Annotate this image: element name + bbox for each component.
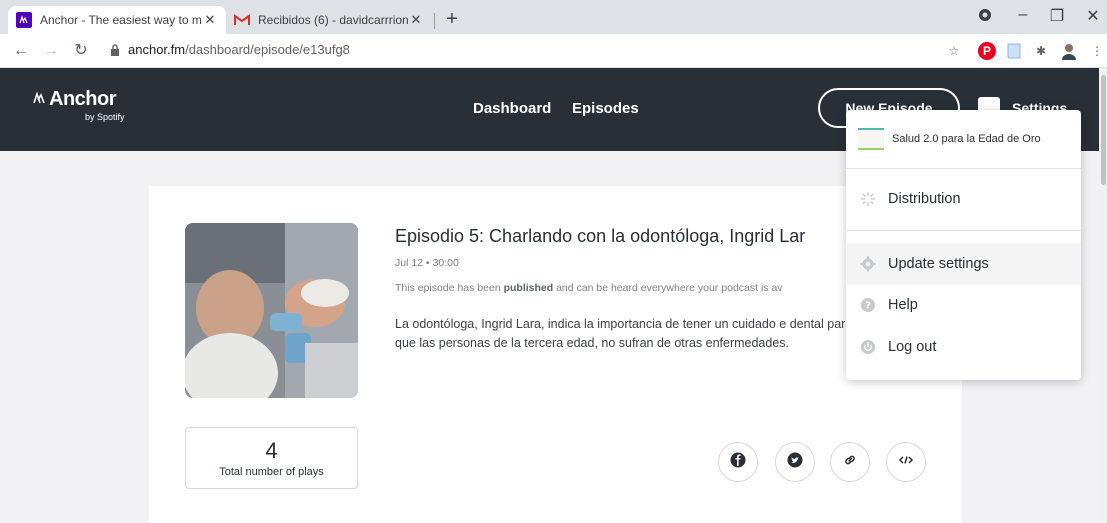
gear-icon xyxy=(860,256,876,272)
svg-text:?: ? xyxy=(865,301,871,312)
profile-icon[interactable] xyxy=(970,8,1000,27)
anchor-logo-icon xyxy=(33,91,47,110)
forward-arrow-icon[interactable]: → xyxy=(40,40,62,62)
menu-label: Update settings xyxy=(888,256,989,272)
episode-description: La odontóloga, Ingrid Lara, indica la im… xyxy=(395,317,853,350)
episode-date-duration: Jul 12 • 30:00 xyxy=(395,257,459,269)
help-icon: ? xyxy=(860,297,876,313)
menu-item-distribution[interactable]: Distribution xyxy=(846,178,1081,220)
podcast-title: Salud 2.0 para la Edad de Oro xyxy=(892,133,1041,145)
facebook-icon xyxy=(730,452,746,473)
tab-gmail[interactable]: Recibidos (6) - davidcarrrionec59 ✕ xyxy=(226,6,432,34)
close-tab-icon[interactable]: ✕ xyxy=(202,12,218,28)
menu-label: Help xyxy=(888,297,918,313)
episode-card: Episodio 5: Charlando con la odontóloga,… xyxy=(149,186,962,523)
gmail-favicon-icon xyxy=(234,12,250,28)
status-text-post: and can be heard everywhere your podcast… xyxy=(553,282,783,294)
bookmark-star-icon[interactable]: ☆ xyxy=(945,42,963,60)
back-arrow-icon[interactable]: ← xyxy=(10,40,32,62)
tab-title: Recibidos (6) - davidcarrrionec59 xyxy=(258,13,408,27)
menu-label: Log out xyxy=(888,339,937,355)
url-domain: anchor.fm xyxy=(128,42,186,57)
dropdown-divider xyxy=(846,230,1081,231)
facebook-share-button[interactable] xyxy=(718,442,758,482)
chrome-menu-icon[interactable]: ⋮ xyxy=(1088,42,1106,60)
anchor-logo[interactable]: Anchor by Spotify xyxy=(33,88,125,122)
close-tab-icon[interactable]: ✕ xyxy=(408,12,424,28)
logo-name: Anchor xyxy=(49,88,117,110)
plays-count: 4 xyxy=(265,438,278,463)
extensions-puzzle-icon[interactable]: ✱ xyxy=(1032,42,1050,60)
nav-dashboard[interactable]: Dashboard xyxy=(473,100,551,117)
episode-cover-image xyxy=(185,223,358,398)
menu-item-log-out[interactable]: Log out xyxy=(846,326,1081,368)
power-icon xyxy=(860,339,876,355)
url-path: /dashboard/episode/e13ufg8 xyxy=(185,42,350,57)
reload-icon[interactable]: ↻ xyxy=(70,40,92,62)
episode-title: Episodio 5: Charlando con la odontóloga,… xyxy=(395,226,806,246)
scrollbar-thumb[interactable] xyxy=(1101,75,1106,185)
twitter-share-button[interactable] xyxy=(775,442,815,482)
link-icon xyxy=(842,452,858,473)
tab-separator xyxy=(434,13,435,29)
new-tab-button[interactable]: + xyxy=(440,8,464,32)
menu-label: Distribution xyxy=(888,191,961,207)
lock-icon xyxy=(110,43,120,56)
settings-dropdown-menu: Salud 2.0 para la Edad de Oro Distributi… xyxy=(846,110,1081,380)
url-field[interactable]: anchor.fm/dashboard/episode/e13ufg8 xyxy=(110,42,350,57)
status-text-pre: This episode has been xyxy=(395,282,504,294)
logo-subtitle: by Spotify xyxy=(85,112,125,122)
browser-tab-bar: Anchor - The easiest way to mak ✕ Recibi… xyxy=(0,0,1107,34)
menu-item-help[interactable]: ? Help xyxy=(846,284,1081,326)
tab-title: Anchor - The easiest way to mak xyxy=(40,13,202,27)
embed-button[interactable] xyxy=(886,442,926,482)
anchor-favicon-icon xyxy=(16,12,32,28)
plays-counter: 4 Total number of plays xyxy=(185,427,358,489)
plays-label: Total number of plays xyxy=(219,466,324,478)
copy-link-button[interactable] xyxy=(830,442,870,482)
nav-episodes[interactable]: Episodes xyxy=(572,100,639,117)
maximize-icon[interactable]: ❐ xyxy=(1042,6,1072,26)
user-avatar-icon[interactable] xyxy=(1060,42,1078,60)
embed-icon xyxy=(898,452,914,473)
minimize-icon[interactable]: – xyxy=(1008,6,1038,24)
dropdown-divider xyxy=(846,168,1081,169)
twitter-icon xyxy=(787,452,803,473)
address-bar: ← → ↻ anchor.fm/dashboard/episode/e13ufg… xyxy=(0,34,1107,68)
document-extension-icon[interactable] xyxy=(1005,42,1023,60)
tab-anchor[interactable]: Anchor - The easiest way to mak ✕ xyxy=(8,6,226,34)
status-published: published xyxy=(503,282,554,294)
pinterest-icon[interactable]: P xyxy=(978,42,996,60)
menu-item-update-settings[interactable]: Update settings xyxy=(846,243,1081,285)
episode-status: This episode has been published and can … xyxy=(395,282,783,294)
podcast-cover-icon xyxy=(858,128,884,150)
window-close-icon[interactable]: ✕ xyxy=(1078,6,1107,26)
dropdown-podcast-item[interactable]: Salud 2.0 para la Edad de Oro xyxy=(846,110,1081,168)
distribution-icon xyxy=(860,191,876,207)
